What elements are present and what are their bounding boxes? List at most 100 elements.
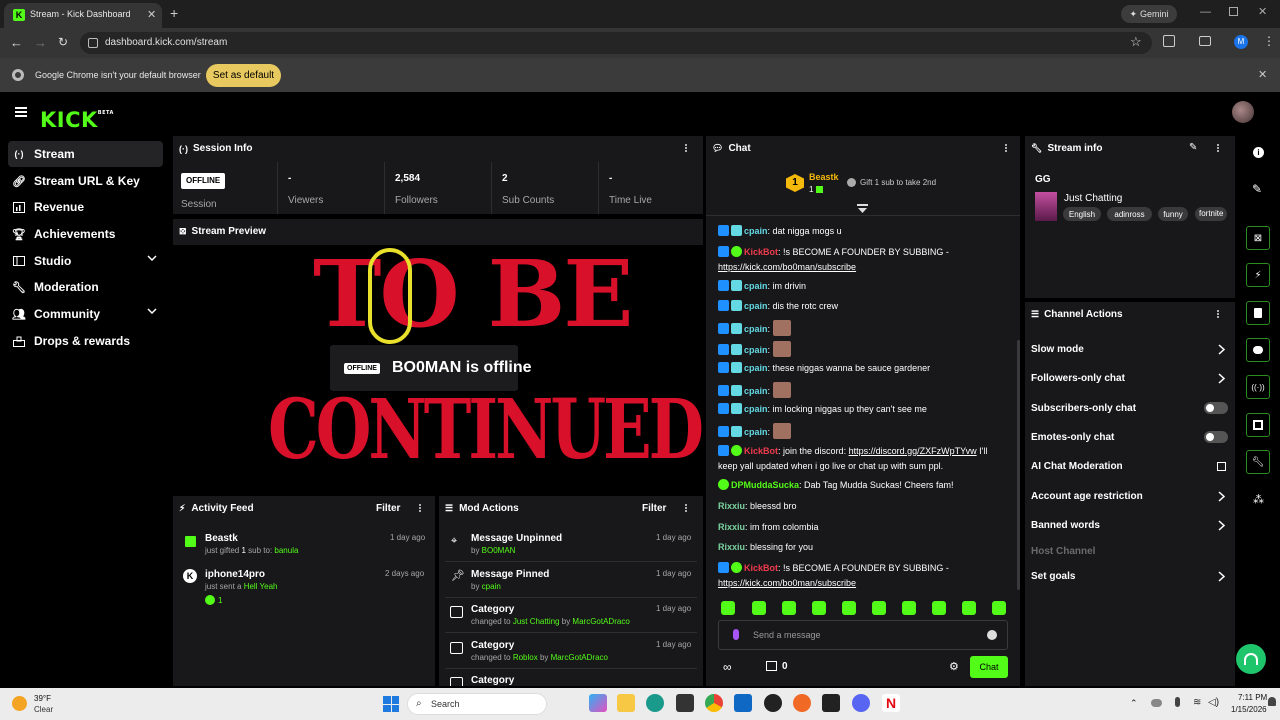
chat-link[interactable]: https://kick.com/bo0man/subscribe <box>718 262 856 272</box>
tray-chevron-icon[interactable]: ⌃ <box>1130 698 1138 709</box>
chat-popout-button[interactable] <box>1246 338 1270 362</box>
bookmark-star-icon[interactable]: ☆ <box>1130 34 1142 50</box>
hamburger-menu-icon[interactable] <box>15 107 27 117</box>
wifi-icon[interactable]: ≋ <box>1193 697 1201 708</box>
broadcast-button[interactable]: ((·)) <box>1246 375 1270 399</box>
activity-filter-button[interactable]: Filter <box>376 503 400 514</box>
mod-action-value[interactable]: Roblox <box>513 653 538 662</box>
address-bar[interactable]: dashboard.kick.com/stream ☆ <box>80 32 1152 54</box>
infinity-icon[interactable]: ∞ <box>723 660 732 674</box>
close-window-button[interactable]: ✕ <box>1258 5 1267 18</box>
followers-only-item[interactable]: Followers-only chat <box>1031 373 1125 384</box>
chat-scrollbar[interactable] <box>1017 340 1020 590</box>
activity-user[interactable]: iphone14pro <box>205 569 265 580</box>
reload-icon[interactable]: ↻ <box>58 35 68 49</box>
chat-username[interactable]: cpain <box>744 404 768 414</box>
sidebar-item-revenue[interactable]: Revenue <box>8 194 163 220</box>
clip-button[interactable]: ⊠ <box>1246 226 1270 250</box>
chat-link[interactable]: https://discord.gg/ZXFzWpTYvw <box>849 446 977 456</box>
copilot-icon[interactable] <box>589 694 607 712</box>
chat-username[interactable]: cpain <box>744 226 768 236</box>
emote-button[interactable] <box>782 601 796 615</box>
support-chat-button[interactable] <box>1236 644 1266 674</box>
community-icon[interactable]: ⁂ <box>1253 493 1264 506</box>
emotes-only-toggle[interactable] <box>1204 431 1228 443</box>
chat-username[interactable]: KickBot <box>744 563 778 573</box>
infobar-close-icon[interactable]: ✕ <box>1258 68 1267 81</box>
emote-button[interactable] <box>872 601 886 615</box>
back-icon[interactable]: ← <box>10 35 23 50</box>
file-explorer-icon[interactable] <box>617 694 635 712</box>
chat-username[interactable]: Rixxiu <box>718 501 745 511</box>
chevron-down-icon[interactable] <box>147 255 157 261</box>
edit-pencil-icon[interactable]: ✎ <box>1252 182 1262 196</box>
emote-button[interactable] <box>752 601 766 615</box>
emote-button[interactable] <box>812 601 826 615</box>
notes-button[interactable] <box>1246 301 1270 325</box>
gift-sub-prompt[interactable]: Gift 1 sub to take 2nd <box>847 178 936 187</box>
account-age-item[interactable]: Account age restriction <box>1031 491 1143 502</box>
start-button[interactable] <box>383 696 399 712</box>
emote-button[interactable] <box>902 601 916 615</box>
minimize-button[interactable]: — <box>1200 6 1211 18</box>
chat-username[interactable]: cpain <box>744 281 768 291</box>
chat-username[interactable]: Rixxiu <box>718 522 745 532</box>
kicks-store-icon[interactable] <box>766 661 777 671</box>
chat-username[interactable]: cpain <box>744 345 768 355</box>
chat-username[interactable]: Rixxiu <box>718 542 745 552</box>
weather-temp[interactable]: 39°F <box>34 694 51 703</box>
channel-actions-menu-icon[interactable] <box>1216 309 1220 321</box>
chevron-right-icon[interactable] <box>1218 373 1225 384</box>
tab-search-icon[interactable] <box>1199 36 1211 46</box>
sidebar-item-stream-url[interactable]: 🔗︎ Stream URL & Key <box>8 168 163 194</box>
extensions-icon[interactable] <box>1163 35 1175 47</box>
set-default-button[interactable]: Set as default <box>206 64 281 87</box>
epic-games-icon[interactable] <box>822 694 840 712</box>
chat-link[interactable]: https://kick.com/bo0man/subscribe <box>718 578 856 588</box>
taskbar-search[interactable]: ⌕ Search <box>407 693 547 715</box>
chevron-right-icon[interactable] <box>1218 571 1225 582</box>
info-icon[interactable]: i <box>1253 147 1264 158</box>
top-gifter-name[interactable]: Beastk <box>809 172 839 182</box>
banned-words-item[interactable]: Banned words <box>1031 520 1100 531</box>
mod-menu-icon[interactable] <box>684 503 688 515</box>
ai-moderation-item[interactable]: AI Chat Moderation <box>1031 461 1123 472</box>
chat-menu-icon[interactable] <box>1004 143 1008 155</box>
chat-send-button[interactable]: Chat <box>970 656 1008 678</box>
mod-action-value[interactable]: Just Chatting <box>513 617 560 626</box>
chat-username[interactable]: cpain <box>744 363 768 373</box>
sidebar-item-stream[interactable]: (·) Stream <box>8 141 163 167</box>
chat-username[interactable]: cpain <box>744 386 768 396</box>
stream-info-menu-icon[interactable] <box>1216 143 1220 155</box>
tray-mic-icon[interactable] <box>1175 697 1180 707</box>
volume-icon[interactable]: ◁) <box>1208 697 1219 708</box>
mod-action-user[interactable]: cpain <box>482 582 501 591</box>
chrome-icon[interactable] <box>705 694 723 712</box>
chat-username[interactable]: KickBot <box>744 247 778 257</box>
chat-username[interactable]: KickBot <box>744 446 778 456</box>
emote-button[interactable] <box>992 601 1006 615</box>
edge-icon[interactable] <box>646 694 664 712</box>
chevron-down-icon[interactable] <box>147 308 157 314</box>
chat-settings-icon[interactable]: ⚙︎ <box>949 660 959 673</box>
activity-menu-icon[interactable] <box>418 503 422 515</box>
chevron-right-icon[interactable] <box>1218 520 1225 531</box>
sidebar-item-drops[interactable]: Drops & rewards <box>8 328 163 354</box>
emote-button[interactable] <box>962 601 976 615</box>
clock-time[interactable]: 7:11 PM <box>1238 693 1267 702</box>
category-name[interactable]: Just Chatting <box>1064 193 1122 204</box>
scroll-to-pinned-icon[interactable] <box>857 204 868 214</box>
store-icon[interactable] <box>676 694 694 712</box>
sidebar-item-community[interactable]: 👥︎ Community <box>8 301 163 327</box>
restore-button[interactable] <box>1229 7 1238 16</box>
gemini-button[interactable]: ✦ Gemini <box>1121 5 1177 23</box>
microphone-icon[interactable] <box>733 629 739 640</box>
sidebar-item-moderation[interactable]: 🔧︎ Moderation <box>8 274 163 300</box>
save-button[interactable] <box>1246 413 1270 437</box>
firefox-icon[interactable] <box>793 694 811 712</box>
tab-close-icon[interactable]: ✕ <box>147 8 156 21</box>
browser-tab[interactable]: K Stream - Kick Dashboard ✕ <box>4 3 162 28</box>
activity-target[interactable]: Hell Yeah <box>244 582 278 591</box>
subscribers-only-toggle[interactable] <box>1204 402 1228 414</box>
kick-logo[interactable]: KICKBETA <box>40 101 114 132</box>
